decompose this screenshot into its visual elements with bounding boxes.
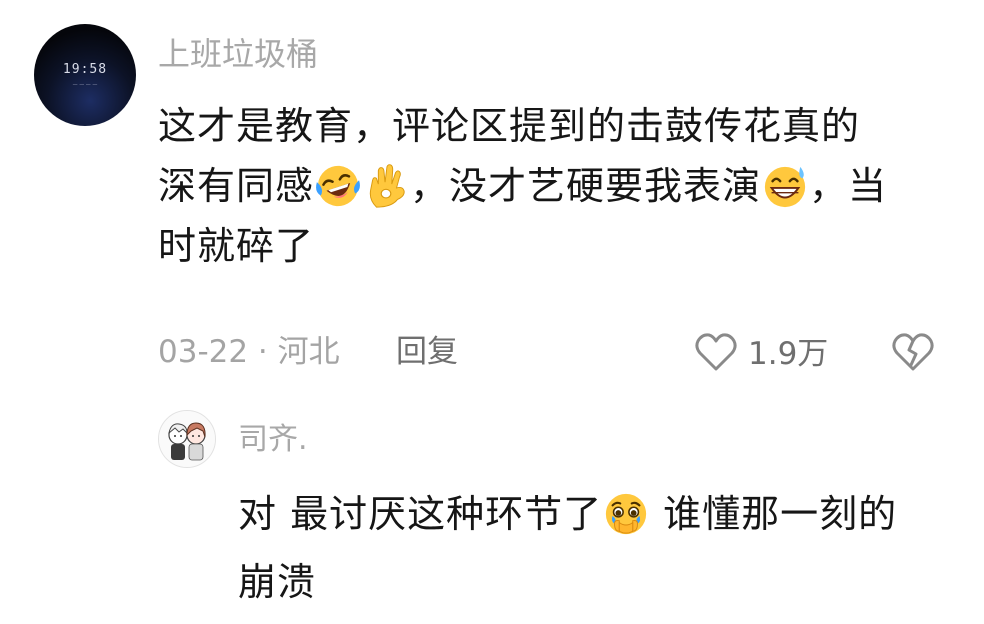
comment-line: 时就碎了 <box>158 224 315 268</box>
broken-heart-icon <box>892 333 934 371</box>
reply-avatar[interactable] <box>158 410 216 468</box>
comment-line: 深有同感 ，没才艺硬要我表演 ，当 <box>158 156 958 216</box>
username[interactable]: 上班垃圾桶 <box>158 30 318 78</box>
ok-hand-emoji-icon <box>369 164 405 208</box>
date-location: 03-22 · 河北 <box>158 334 340 370</box>
cartoon-couple-icon <box>159 411 215 467</box>
avatar-decoration: — — — — <box>72 82 98 88</box>
avatar-clock-text: 19:58 <box>62 62 108 77</box>
like-count: 1.9万 <box>748 336 829 372</box>
comment-segment: 深有同感 <box>158 164 315 208</box>
reply-username[interactable]: 司齐. <box>238 418 308 462</box>
comment-line: 崩溃 <box>238 560 317 604</box>
comment-segment: ，当 <box>809 164 888 208</box>
avatar[interactable]: 19:58 — — — — <box>34 24 136 126</box>
grinning-sweat-emoji-icon <box>764 166 806 208</box>
comment-text: 这才是教育，评论区提到的击鼓传花真的 深有同感 ，没才艺硬要我表演 ，当 时就碎… <box>158 96 958 276</box>
comment-segment: ，没才艺硬要我表演 <box>410 164 762 208</box>
comment-line: 这才是教育，评论区提到的击鼓传花真的 <box>158 104 861 148</box>
comment-segment: 对 最讨厌这种环节了 <box>238 492 603 536</box>
comment-thread: 19:58 — — — — 上班垃圾桶 这才是教育，评论区提到的击鼓传花真的 深… <box>0 0 984 624</box>
comment-line: 对 最讨厌这种环节了 谁懂那一刻的 <box>238 480 968 548</box>
holding-back-tears-emoji-icon <box>605 493 647 535</box>
reply-text: 对 最讨厌这种环节了 谁懂那一刻的 崩溃 <box>238 480 968 616</box>
dislike-button[interactable] <box>891 332 935 386</box>
heart-icon <box>695 333 737 371</box>
comment-meta: 03-22 · 河北 回复 1.9万 <box>158 328 958 376</box>
reply-button[interactable]: 回复 <box>396 328 458 376</box>
laughing-crying-emoji-icon <box>316 165 360 207</box>
comment-segment: 谁懂那一刻的 <box>650 492 898 536</box>
